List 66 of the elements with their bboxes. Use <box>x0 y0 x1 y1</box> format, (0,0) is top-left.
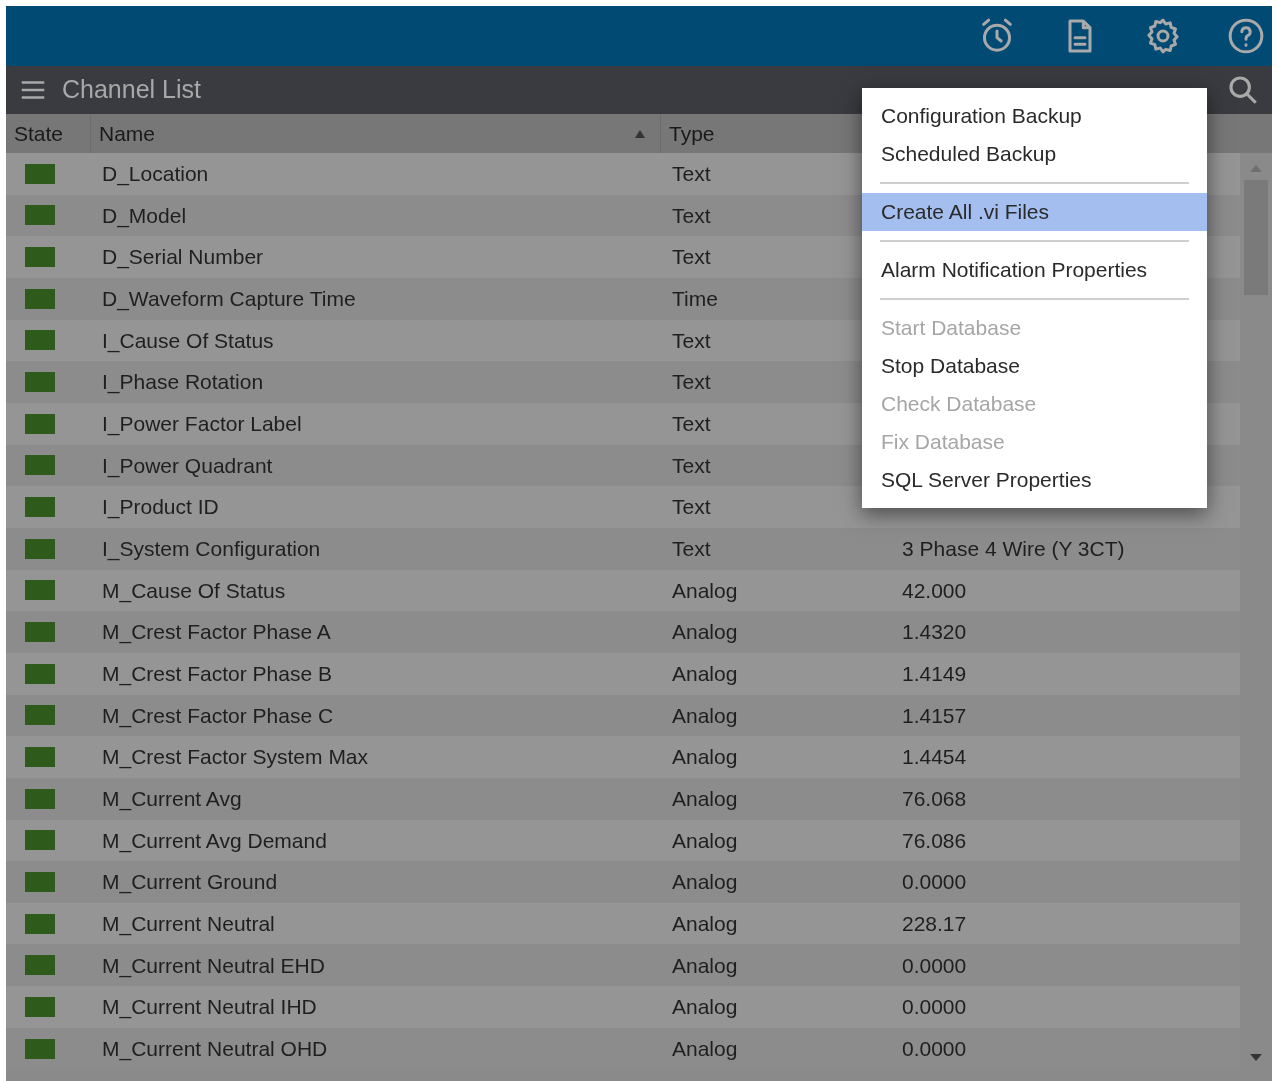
value-cell-text: 0.0000 <box>901 994 967 1021</box>
type-cell-text: Analog <box>671 744 739 771</box>
name-cell-text: M_Current Neutral <box>101 910 276 938</box>
value-cell-text: 0.0000 <box>901 1035 967 1062</box>
value-cell-text: 0.0000 <box>901 952 967 979</box>
name-cell-text: D_Waveform Capture Time <box>101 286 357 313</box>
type-cell-text: Analog <box>671 785 739 812</box>
table-row[interactable]: M_Current Neutral Analog 228.17 <box>6 902 1240 945</box>
type-cell-text: Analog <box>671 702 739 729</box>
name-cell-text: D_Serial Number <box>101 244 265 271</box>
table-row[interactable]: M_Current Neutral IHD Analog 0.0000 <box>6 986 1240 1028</box>
value-cell-text: 42.000 <box>901 577 967 604</box>
type-cell-text: Analog <box>671 1035 739 1062</box>
name-cell-text: M_Current Ground <box>101 869 279 896</box>
table-row[interactable]: M_Current Avg Demand Analog 76.086 <box>6 819 1240 862</box>
type-cell-text: Analog <box>671 619 739 646</box>
value-cell-text: 1.4149 <box>901 660 967 687</box>
name-cell-text: M_Crest Factor System Max <box>101 744 370 771</box>
name-cell-text: M_Cause Of Status <box>101 577 287 605</box>
scroll-down-icon[interactable] <box>1250 1054 1262 1061</box>
name-cell-text: I_Phase Rotation <box>101 369 265 396</box>
type-cell-text: Analog <box>671 994 739 1021</box>
name-cell-text: M_Current Avg <box>101 785 243 813</box>
type-cell-text: Text <box>671 452 712 479</box>
value-cell-text: 76.068 <box>901 785 967 812</box>
table-row[interactable]: M_Crest Factor Phase B Analog 1.4149 <box>6 652 1240 695</box>
name-cell-text: M_Crest Factor Phase B <box>101 660 333 688</box>
help-icon[interactable] <box>1226 16 1266 56</box>
value-cell-text: 1.4157 <box>901 702 967 729</box>
table-row[interactable]: M_Cause Of Status Analog 42.000 <box>6 569 1240 612</box>
type-cell-text: Analog <box>671 910 739 937</box>
type-cell-text: Text <box>671 369 712 396</box>
name-cell-text: I_Product ID <box>101 494 220 521</box>
type-cell-text: Analog <box>671 869 739 896</box>
value-cell-text: 0.0000 <box>901 869 967 896</box>
type-cell-text: Time <box>671 286 719 313</box>
type-cell-text: Analog <box>671 827 739 854</box>
value-cell-text: 228.17 <box>901 910 967 937</box>
name-cell-text: I_Cause Of Status <box>101 327 275 355</box>
name-cell-text: M_Current Neutral OHD <box>101 1035 329 1063</box>
name-cell-text: D_Model <box>101 202 188 230</box>
name-cell-text: D_Location <box>101 161 210 188</box>
name-cell-text: I_Power Quadrant <box>101 452 274 480</box>
type-cell-text: Analog <box>671 660 739 687</box>
type-cell-text: Analog <box>671 577 739 604</box>
value-cell-text: 76.086 <box>901 827 967 854</box>
type-cell-text: Text <box>671 494 712 521</box>
name-cell-text: M_Current Neutral EHD <box>101 952 326 980</box>
type-cell-text: Analog <box>671 952 739 979</box>
value-cell-text: 1.4320 <box>901 619 967 646</box>
column-header[interactable]: State <box>6 114 90 153</box>
name-cell-text: M_Current Neutral IHD <box>101 994 318 1021</box>
type-cell-text: Text <box>671 411 712 437</box>
value-cell-text: 3 Phase 4 Wire (Y 3CT) <box>901 536 1125 562</box>
search-icon[interactable] <box>1226 73 1260 107</box>
name-cell-text: M_Crest Factor Phase A <box>101 619 332 646</box>
name-cell-text: I_System Configuration <box>101 536 322 563</box>
menu-item[interactable]: Create All .vi Files <box>862 193 1207 231</box>
name-cell-text: M_Current Avg Demand <box>101 827 328 855</box>
name-cell-text: I_Power Factor Label <box>101 411 303 438</box>
name-cell-text: M_Crest Factor Phase C <box>101 702 335 730</box>
table-row[interactable]: M_Crest Factor System Max Analog 1.4454 <box>6 736 1240 778</box>
type-cell-text: Text <box>671 536 712 562</box>
type-cell-text: Text <box>671 161 712 188</box>
value-cell-text: 1.4454 <box>901 744 967 771</box>
toolbar-title: Channel List <box>62 74 201 106</box>
